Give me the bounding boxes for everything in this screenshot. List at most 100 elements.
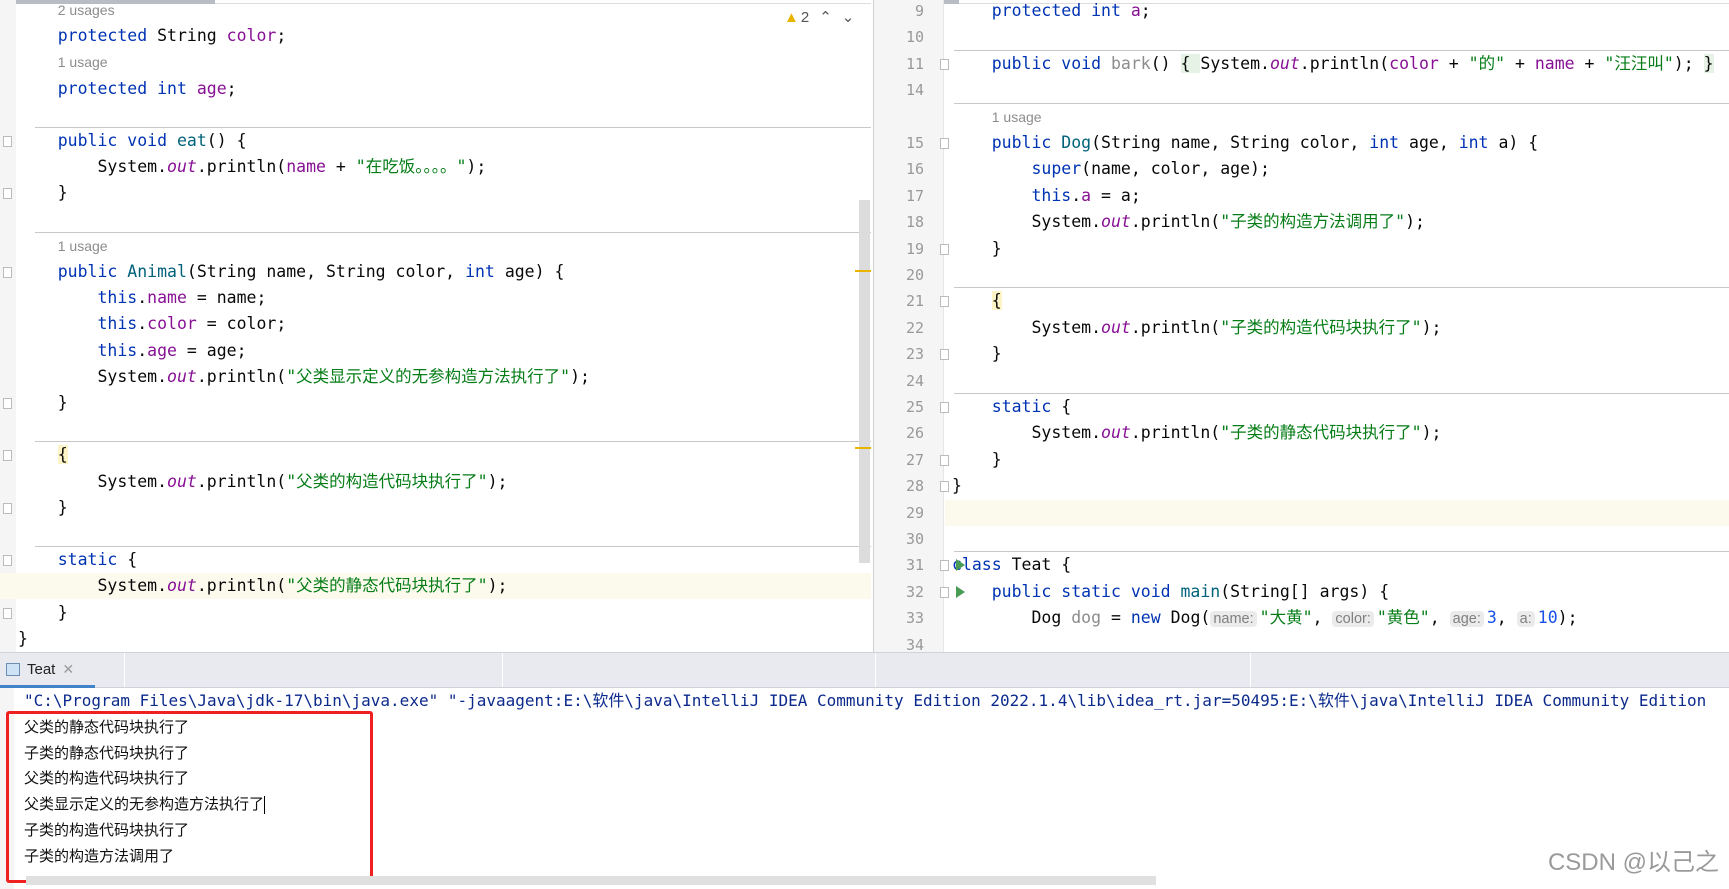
code-line[interactable]: System.out.println("子类的构造代码块执行了"); xyxy=(874,315,1729,341)
code-line[interactable]: } xyxy=(874,447,1729,473)
code-line[interactable]: super(name, color, age); xyxy=(874,156,1729,182)
code-token: (String name, String color, xyxy=(186,262,466,281)
code-line[interactable] xyxy=(0,416,871,442)
fold-marker[interactable] xyxy=(940,349,949,361)
code-line[interactable]: public void bark() { System.out.println(… xyxy=(874,51,1729,77)
usage-count[interactable]: 1 usage xyxy=(58,54,108,70)
usage-count[interactable]: 1 usage xyxy=(992,109,1042,125)
usage-hint[interactable]: 1 usage xyxy=(0,233,871,259)
right-editor[interactable]: protected int a; 9 10 public void bark() {… xyxy=(873,0,1729,652)
fold-marker[interactable] xyxy=(3,555,12,567)
code-line[interactable]: public static void main(String[] args) { xyxy=(874,579,1729,605)
run-icon[interactable] xyxy=(956,559,965,572)
code-line[interactable]: protected String color; xyxy=(0,23,871,49)
code-line[interactable]: class Teat { xyxy=(874,552,1729,578)
previous-highlight-icon[interactable]: ⌃ xyxy=(819,8,832,26)
code-line[interactable]: protected int a; xyxy=(874,0,1729,24)
code-line[interactable]: this.name = name; xyxy=(0,285,871,311)
code-line[interactable]: static { xyxy=(874,394,1729,420)
fold-marker[interactable] xyxy=(3,136,12,147)
fold-marker[interactable] xyxy=(3,450,12,462)
run-icon[interactable] xyxy=(956,585,965,598)
left-editor[interactable]: 2 usages protected String color; 1 usage… xyxy=(0,0,871,652)
code-line[interactable]: System.out.println("父类显示定义的无参构造方法执行了"); xyxy=(0,364,871,390)
code-line[interactable]: } xyxy=(874,473,1729,499)
divider xyxy=(502,653,503,687)
code-line[interactable]: public void eat() { xyxy=(0,128,871,154)
horizontal-scrollbar[interactable] xyxy=(26,876,1156,885)
code-line[interactable]: System.out.println(name + "在吃饭。。。。"); xyxy=(0,154,871,180)
code-line[interactable]: } xyxy=(0,495,871,521)
inspection-widget[interactable]: ▲ 2 ⌃ ⌄ xyxy=(784,8,855,27)
fold-marker[interactable] xyxy=(3,398,12,409)
code-token: ); xyxy=(570,366,590,386)
fold-marker[interactable] xyxy=(940,138,949,149)
code-line[interactable] xyxy=(0,102,871,128)
usage-count[interactable]: 1 usage xyxy=(58,238,108,254)
vertical-scrollbar[interactable] xyxy=(859,200,870,563)
next-highlight-icon[interactable]: ⌄ xyxy=(842,8,855,26)
code-line[interactable]: public Animal(String name, String color,… xyxy=(0,259,871,285)
code-line[interactable] xyxy=(874,368,1729,394)
code-line[interactable]: Dog dog = new Dog(name: "大黄", color: "黄色",… xyxy=(874,605,1729,631)
code-line[interactable] xyxy=(874,24,1729,50)
code-line[interactable]: this.color = color; xyxy=(0,311,871,337)
close-icon[interactable]: ✕ xyxy=(62,661,74,678)
usage-hint[interactable]: 1 usage xyxy=(874,104,1729,130)
fold-marker[interactable] xyxy=(940,243,949,255)
fold-marker[interactable] xyxy=(940,481,949,493)
fold-marker[interactable] xyxy=(940,58,949,70)
code-line[interactable]: public Dog(String name, String color, in… xyxy=(874,130,1729,156)
code-line[interactable]: { xyxy=(874,288,1729,314)
code-token: . xyxy=(137,288,148,308)
code-line[interactable]: } xyxy=(0,180,871,206)
code-line[interactable]: { xyxy=(0,442,871,468)
code-line[interactable]: System.out.println("父类的构造代码块执行了"); xyxy=(0,469,871,495)
code-token: { xyxy=(127,550,138,570)
code-line[interactable] xyxy=(874,262,1729,288)
fold-marker[interactable] xyxy=(940,454,949,466)
line-content: } xyxy=(18,600,68,626)
fold-marker[interactable] xyxy=(940,560,949,572)
code-line[interactable]: } xyxy=(874,236,1729,262)
line-number: 23 xyxy=(905,345,924,364)
code-line[interactable]: } xyxy=(0,390,871,416)
fold-marker[interactable] xyxy=(3,607,12,619)
code-line[interactable]: this.a = a; xyxy=(874,183,1729,209)
usage-count[interactable]: 2 usages xyxy=(58,2,115,18)
code-line[interactable]: this.age = age; xyxy=(0,338,871,364)
code-line[interactable]: } xyxy=(0,626,871,652)
line-content: System.out.println("子类的构造代码块执行了"); xyxy=(952,315,1441,341)
fold-marker[interactable] xyxy=(940,296,949,308)
code-line[interactable] xyxy=(945,499,1729,526)
highlight-box xyxy=(6,711,373,883)
usage-hint[interactable]: 1 usage xyxy=(0,49,871,75)
code-token: color xyxy=(1389,53,1439,73)
usage-hint[interactable]: 2 usages xyxy=(0,0,871,23)
code-token: } xyxy=(952,476,962,496)
code-line[interactable]: } xyxy=(874,341,1729,367)
code-line[interactable]: protected int age; xyxy=(0,76,871,102)
code-line[interactable]: } xyxy=(0,600,871,626)
method-separator xyxy=(954,551,1729,553)
code-token: } xyxy=(18,393,68,412)
code-line[interactable] xyxy=(0,521,871,547)
code-token: eat xyxy=(176,131,207,150)
fold-marker[interactable] xyxy=(940,402,949,413)
fold-marker[interactable] xyxy=(3,267,12,278)
code-line[interactable] xyxy=(874,526,1729,552)
code-line[interactable]: System.out.println("父类的静态代码块执行了"); xyxy=(0,573,871,600)
code-line[interactable]: System.out.println("子类的静态代码块执行了"); xyxy=(874,420,1729,446)
code-line[interactable] xyxy=(0,207,871,233)
code-line[interactable]: static { xyxy=(0,547,871,573)
fold-marker[interactable] xyxy=(3,502,12,514)
fold-marker[interactable] xyxy=(940,586,949,598)
warning-marker[interactable] xyxy=(855,270,871,272)
fold-marker[interactable] xyxy=(3,188,12,200)
code-line[interactable]: System.out.println("子类的构造方法调用了"); xyxy=(874,209,1729,235)
warning-marker[interactable] xyxy=(855,447,871,449)
code-line[interactable] xyxy=(874,77,1729,103)
code-line[interactable] xyxy=(874,632,1729,652)
tab-teat[interactable]: Teat ✕ xyxy=(0,653,95,688)
